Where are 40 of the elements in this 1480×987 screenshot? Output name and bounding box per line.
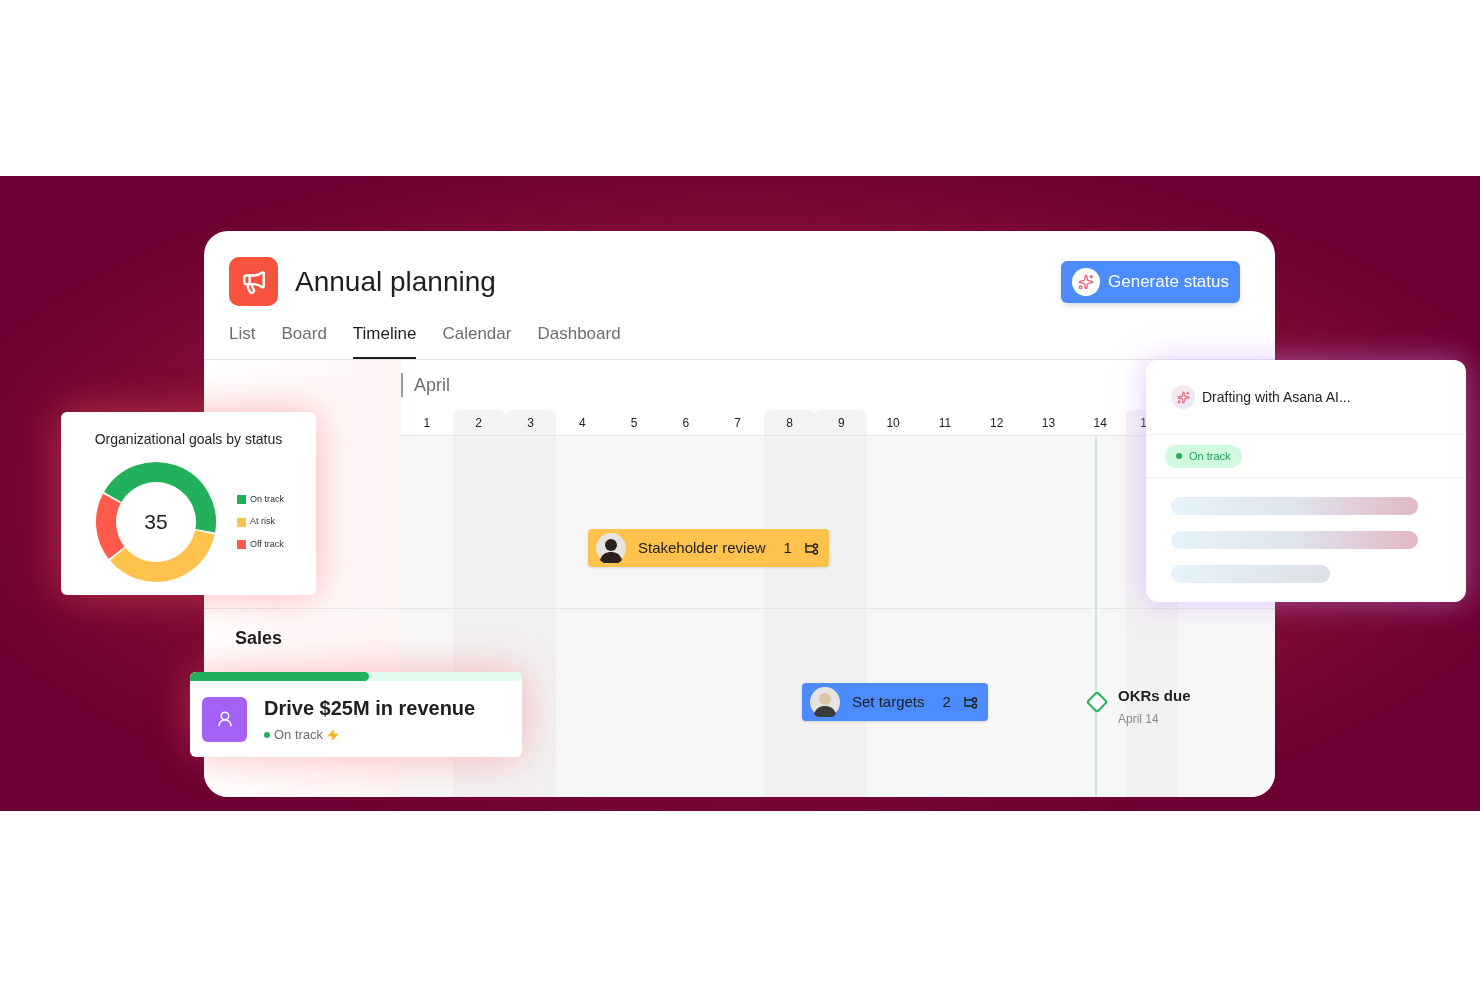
legend-label: At risk [250,515,275,529]
legend-label: Off track [250,537,284,551]
day-label: 9 [815,410,868,436]
month-label: April [414,373,450,397]
goal-card[interactable]: Drive $25M in revenue On track [190,672,522,757]
tab[interactable]: Calendar [442,320,512,359]
goal-title: Drive $25M in revenue [264,696,476,722]
task-name: Stakeholder review [638,537,766,558]
subtask-icon [962,695,978,709]
section-title: Sales [235,628,283,648]
day-label: 8 [763,410,816,436]
project-title: Annual planning [295,264,496,299]
task-name: Set targets [852,691,925,712]
day-label: 3 [504,410,557,436]
day-label: 2 [452,410,505,436]
goal-icon [202,696,247,742]
sparkle-icon [1171,385,1195,409]
task-bar[interactable]: Stakeholder review 1 [588,529,829,567]
legend-label: On track [250,492,284,506]
goal-total: 35 [144,509,168,536]
task-bar[interactable]: Set targets 2 [802,683,988,721]
avatar [596,533,626,563]
sparkle-icon [1072,267,1101,296]
ai-panel-title: Drafting with Asana AI... [1202,387,1351,407]
status-badge: On track [1165,444,1242,468]
lightning-icon [327,729,340,741]
tab[interactable]: Dashboard [537,320,621,359]
widget-title: Organizational goals by status [94,430,283,449]
tab[interactable]: Board [281,320,327,359]
subtask-count: 1 [783,537,792,558]
subtask-count: 2 [942,691,951,712]
milestone-date: April 14 [1118,710,1160,728]
project-icon [229,257,278,306]
milestone-name: OKRs due [1118,686,1191,706]
generate-status-button[interactable]: Generate status [1061,260,1240,303]
tab[interactable]: List [229,320,256,359]
month-marker-line [401,373,403,397]
goal-status: On track [274,726,324,745]
subtask-icon [803,541,819,555]
avatar [810,687,840,717]
